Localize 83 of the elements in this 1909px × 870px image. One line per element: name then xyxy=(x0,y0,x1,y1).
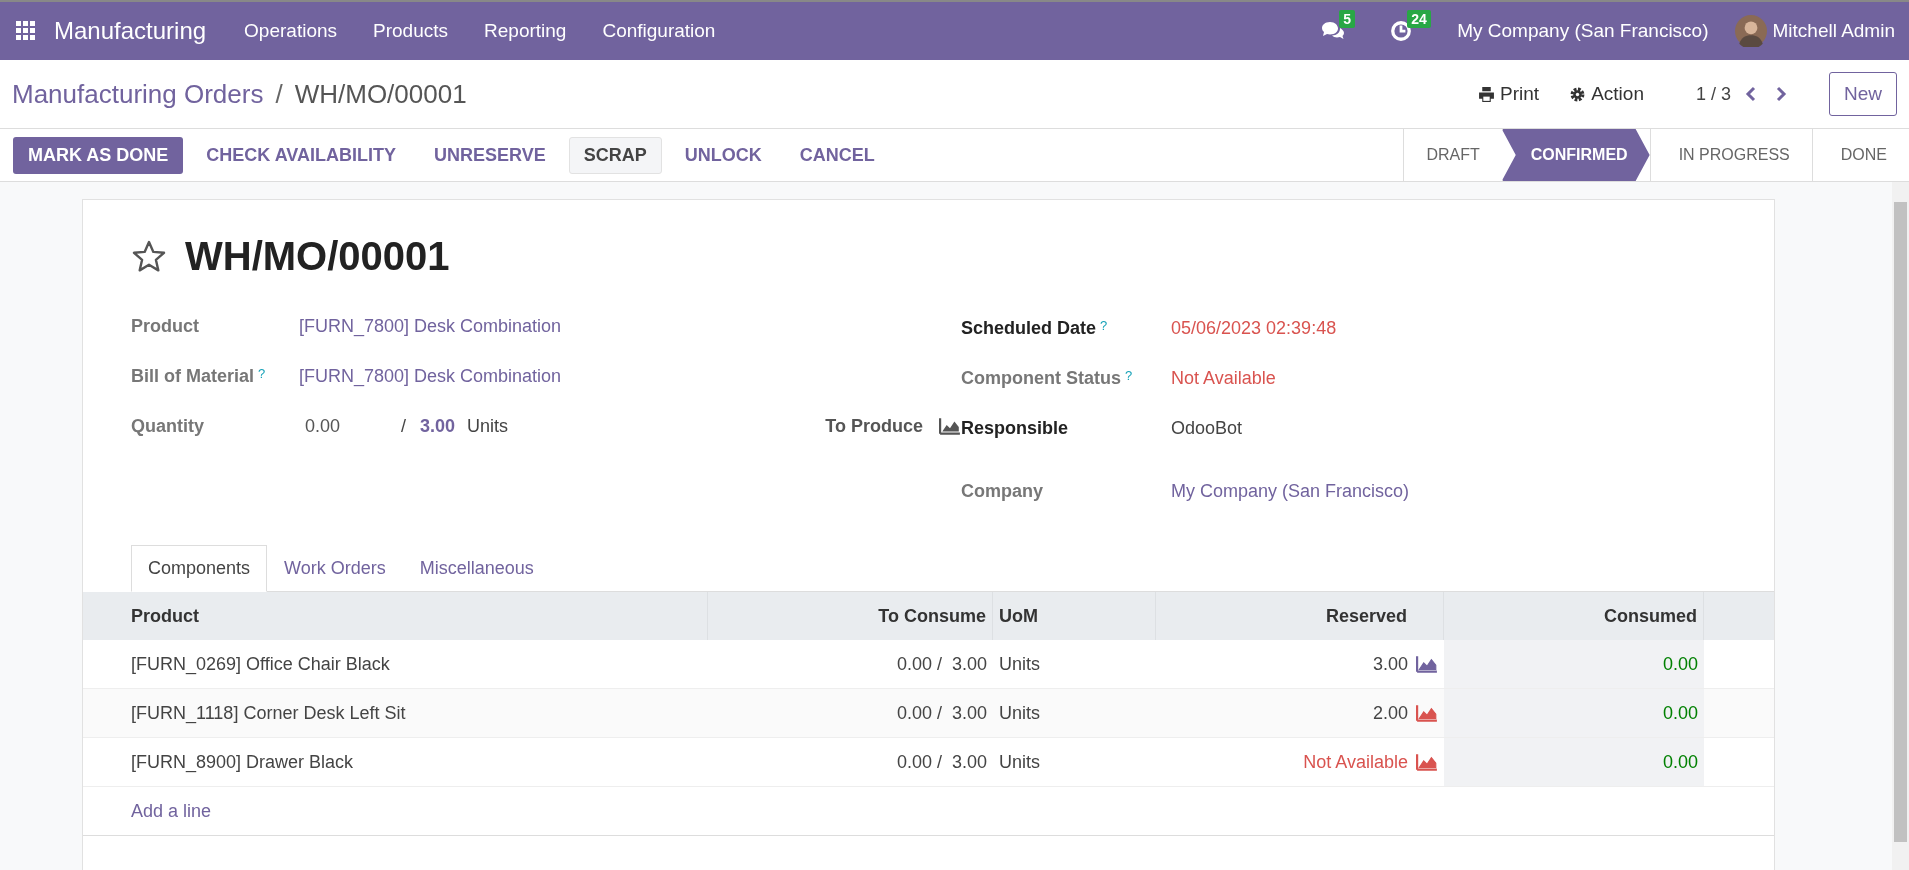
add-line-link[interactable]: Add a line xyxy=(131,800,212,822)
breadcrumb-separator: / xyxy=(275,78,283,110)
field-link[interactable]: [FURN_7800] Desk Combination xyxy=(299,365,562,387)
field-label: Product xyxy=(131,315,199,337)
table-cell-text: Units xyxy=(998,652,1041,676)
forecast-chart-icon[interactable] xyxy=(1416,655,1438,673)
column-header[interactable]: Product xyxy=(83,592,708,640)
status-stage[interactable]: DONE xyxy=(1811,129,1909,181)
field-value: OdooBot xyxy=(1171,417,1243,439)
field-value: 05/06/2023 02:39:48 xyxy=(1171,317,1337,339)
quantity-separator: / xyxy=(401,415,406,437)
app-name[interactable]: Manufacturing xyxy=(54,17,207,45)
menu-item[interactable]: Configuration xyxy=(584,20,734,42)
breadcrumb-link[interactable]: Manufacturing Orders xyxy=(12,78,264,110)
field-link[interactable]: My Company (San Francisco) xyxy=(1171,480,1410,502)
activity-count-badge: 24 xyxy=(1407,10,1431,28)
forecast-chart-icon[interactable] xyxy=(1416,704,1438,722)
action-button[interactable]: CHECK AVAILABILITY xyxy=(191,136,411,174)
print-button[interactable]: Print xyxy=(1472,82,1546,106)
table-cell-text: [FURN_1118] Corner Desk Left Sit xyxy=(130,701,407,726)
action-button[interactable]: UNLOCK xyxy=(669,136,777,174)
table-cell-text: 0.00 / 3.00 xyxy=(895,652,988,676)
field-label: Company xyxy=(961,480,1043,502)
planned-quantity: 3.00 xyxy=(420,415,456,437)
table-cell: 0.00 xyxy=(1444,738,1704,786)
forecast-chart-icon[interactable] xyxy=(939,417,961,435)
field-label: Bill of Material xyxy=(131,365,255,387)
previous-icon[interactable] xyxy=(1745,86,1757,102)
field-value: Not Available xyxy=(1171,367,1276,389)
record-title: WH/MO/00001 xyxy=(185,234,450,279)
table-cell: 3.00 xyxy=(1372,653,1408,675)
message-count-badge: 5 xyxy=(1339,10,1355,28)
notebook-tab[interactable]: Work Orders xyxy=(267,545,403,592)
notebook-tab[interactable]: Components xyxy=(131,545,268,592)
status-stage[interactable]: DRAFT xyxy=(1403,129,1502,181)
field-link[interactable]: [FURN_7800] Desk Combination xyxy=(299,315,562,337)
status-stage[interactable]: CONFIRMED xyxy=(1501,129,1650,181)
menu-item[interactable]: Operations xyxy=(226,20,356,42)
table-cell: 0.00 xyxy=(1444,640,1704,688)
mark-as-done-button[interactable]: MARK AS DONE xyxy=(13,136,184,174)
status-stage[interactable]: IN PROGRESS xyxy=(1649,129,1812,181)
forecast-chart-icon[interactable] xyxy=(1416,753,1438,771)
company-switcher[interactable]: My Company (San Francisco) xyxy=(1457,20,1709,42)
field-label: Responsible xyxy=(961,417,1069,439)
menu-item[interactable]: Reporting xyxy=(466,20,585,42)
notebook-tab[interactable]: Miscellaneous xyxy=(402,545,551,592)
unit-of-measure: Units xyxy=(467,415,509,437)
next-icon[interactable] xyxy=(1775,86,1787,102)
pager-counter: 1 / 3 xyxy=(1695,83,1731,105)
action-button[interactable]: SCRAP xyxy=(568,136,662,174)
star-icon[interactable] xyxy=(131,238,167,275)
action-button[interactable]: Action xyxy=(1563,82,1650,106)
table-cell-text: 0.00 / 3.00 xyxy=(895,701,988,725)
table-cell-text: [FURN_0269] Office Chair Black xyxy=(130,652,391,677)
table-cell-text: Units xyxy=(998,701,1041,725)
action-button[interactable]: UNRESERVE xyxy=(419,136,561,174)
new-button[interactable]: New xyxy=(1829,72,1897,116)
scrollbar[interactable] xyxy=(1892,182,1909,870)
help-tooltip[interactable]: ? xyxy=(258,365,266,381)
user-menu[interactable]: Mitchell Admin xyxy=(1772,20,1895,42)
action-button[interactable]: CANCEL xyxy=(784,136,890,174)
table-cell-text: [FURN_8900] Drawer Black xyxy=(130,750,355,775)
column-header[interactable]: To Consume xyxy=(708,592,993,640)
table-cell-text: 0.00 / 3.00 xyxy=(895,750,988,774)
table-cell: 0.00 xyxy=(1444,689,1704,737)
user-avatar[interactable] xyxy=(1734,15,1767,47)
gear-icon xyxy=(1569,85,1587,103)
field-label: Quantity xyxy=(131,415,205,437)
help-tooltip[interactable]: ? xyxy=(1125,367,1133,383)
breadcrumb-current: WH/MO/00001 xyxy=(294,78,467,110)
produced-quantity-field[interactable]: 0.00 xyxy=(299,415,401,437)
printer-icon xyxy=(1478,85,1496,103)
column-header[interactable]: UoM xyxy=(993,592,1156,640)
help-tooltip[interactable]: ? xyxy=(1100,317,1108,333)
table-cell: 2.00 xyxy=(1372,702,1408,724)
apps-menu-icon[interactable] xyxy=(16,21,36,41)
table-cell: Not Available xyxy=(1303,751,1408,773)
to-produce-label: To Produce xyxy=(825,415,923,437)
menu-item[interactable]: Products xyxy=(355,20,467,42)
table-cell-text: Units xyxy=(998,750,1041,774)
field-label: Component Status xyxy=(961,367,1121,389)
field-label: Scheduled Date xyxy=(961,317,1097,339)
scrollbar-thumb[interactable] xyxy=(1894,202,1907,842)
